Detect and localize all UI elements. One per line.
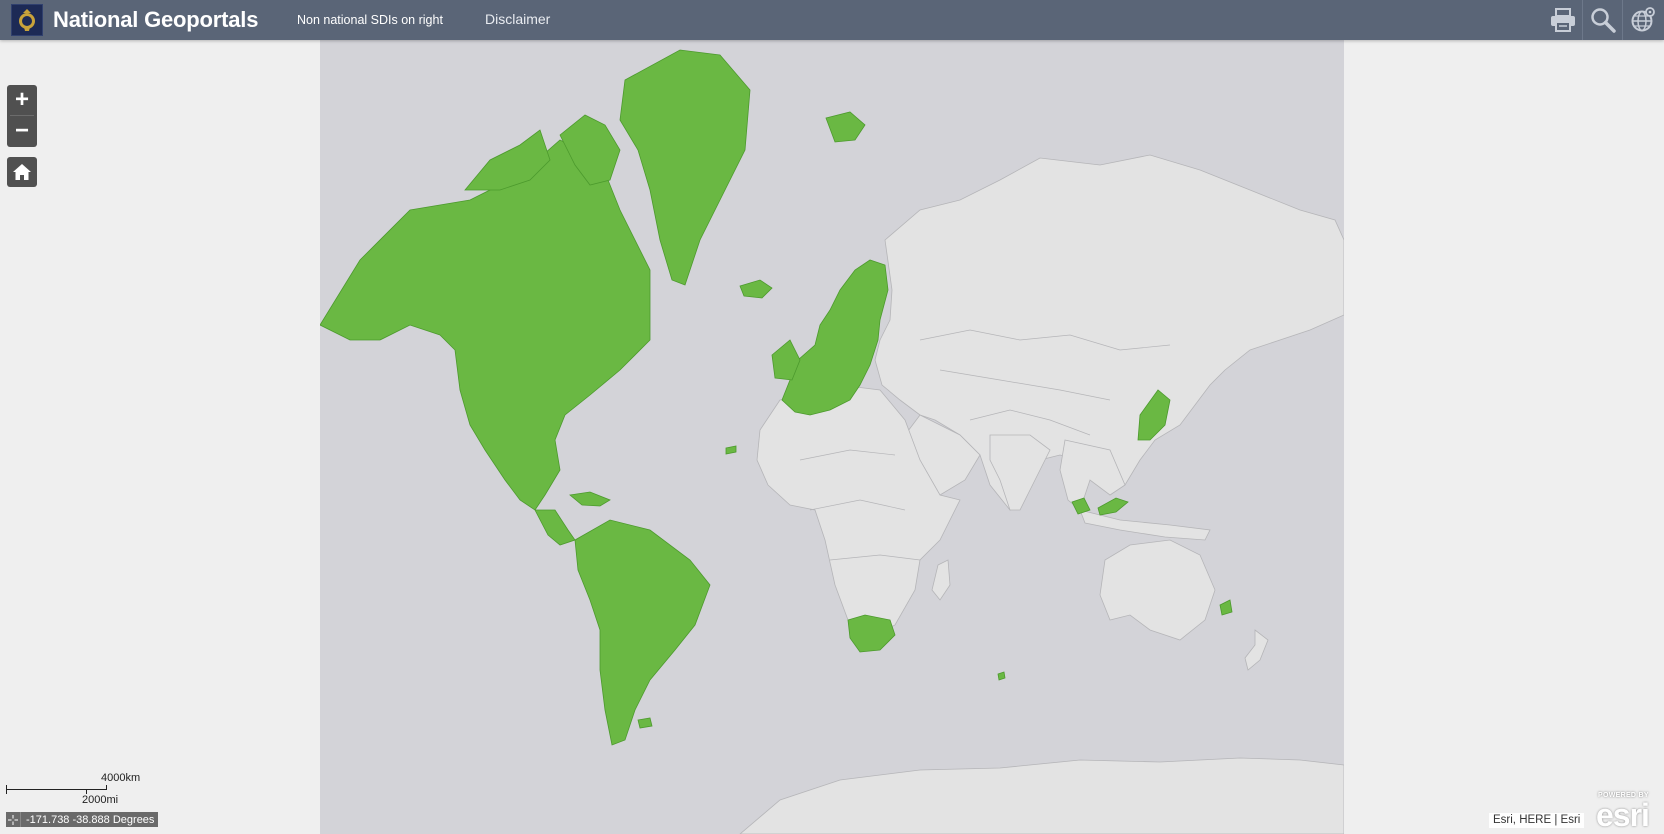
coordinate-text: -171.738 -38.888 Degrees [26, 813, 155, 826]
zoom-control: + − [7, 85, 37, 147]
app-title: National Geoportals [53, 7, 259, 32]
scalebar-tick [6, 785, 7, 794]
madagascar [931, 559, 951, 601]
map-view[interactable]: + − [0, 40, 1664, 834]
north-america-highlight [320, 139, 651, 511]
south-africa-highlight [847, 614, 896, 653]
scalebar-metric-label: 4000km [101, 772, 141, 784]
printer-icon [1551, 8, 1575, 32]
globe-gear-icon [1631, 7, 1655, 32]
caribbean-highlight [569, 491, 611, 507]
small-island-highlight [725, 445, 737, 455]
south-america-highlight [574, 519, 711, 746]
print-button[interactable] [1544, 0, 1582, 40]
iceland [739, 279, 773, 299]
scalebar: 4000km 2000mi [6, 772, 140, 806]
zoom-out-button[interactable]: − [7, 116, 37, 146]
coordinate-display: -171.738 -38.888 Degrees [6, 812, 159, 827]
toolbar-divider [1622, 0, 1623, 40]
central-america-highlight [534, 509, 576, 546]
app-header: National Geoportals Non national SDIs on… [0, 0, 1664, 40]
zoom-in-button[interactable]: + [7, 85, 37, 115]
map-attribution[interactable]: Esri, HERE | Esri [1489, 813, 1585, 828]
india-subcontinent [989, 434, 1051, 511]
antarctica [739, 757, 1344, 834]
australia [1099, 539, 1216, 641]
scalebar-tick [106, 785, 107, 790]
svalbard-highlight [825, 111, 866, 143]
search-button[interactable] [1584, 0, 1622, 40]
scalebar-line [6, 789, 106, 790]
esri-wordmark: esri [1596, 797, 1650, 833]
world-map[interactable] [320, 40, 1344, 834]
nav-link-non-national-sdis[interactable]: Non national SDIs on right [297, 13, 443, 27]
borneo-malaysia-highlight [1097, 497, 1129, 516]
basemap-button[interactable] [1624, 0, 1662, 40]
falklands-highlight [637, 717, 653, 729]
search-icon [1591, 8, 1616, 33]
esri-logo[interactable]: POWERED BY esri [1596, 791, 1662, 833]
crosshair-icon[interactable] [6, 812, 21, 827]
small-island-highlight [997, 671, 1006, 681]
new-zealand [1244, 629, 1269, 671]
pacific-islands-highlight [1219, 599, 1233, 616]
organization-logo [11, 4, 43, 36]
scalebar-imperial-label: 2000mi [82, 794, 119, 806]
home-icon [13, 164, 31, 180]
home-button[interactable] [7, 157, 37, 187]
nav-link-disclaimer[interactable]: Disclaimer [485, 11, 550, 27]
toolbar-divider [1582, 0, 1583, 40]
